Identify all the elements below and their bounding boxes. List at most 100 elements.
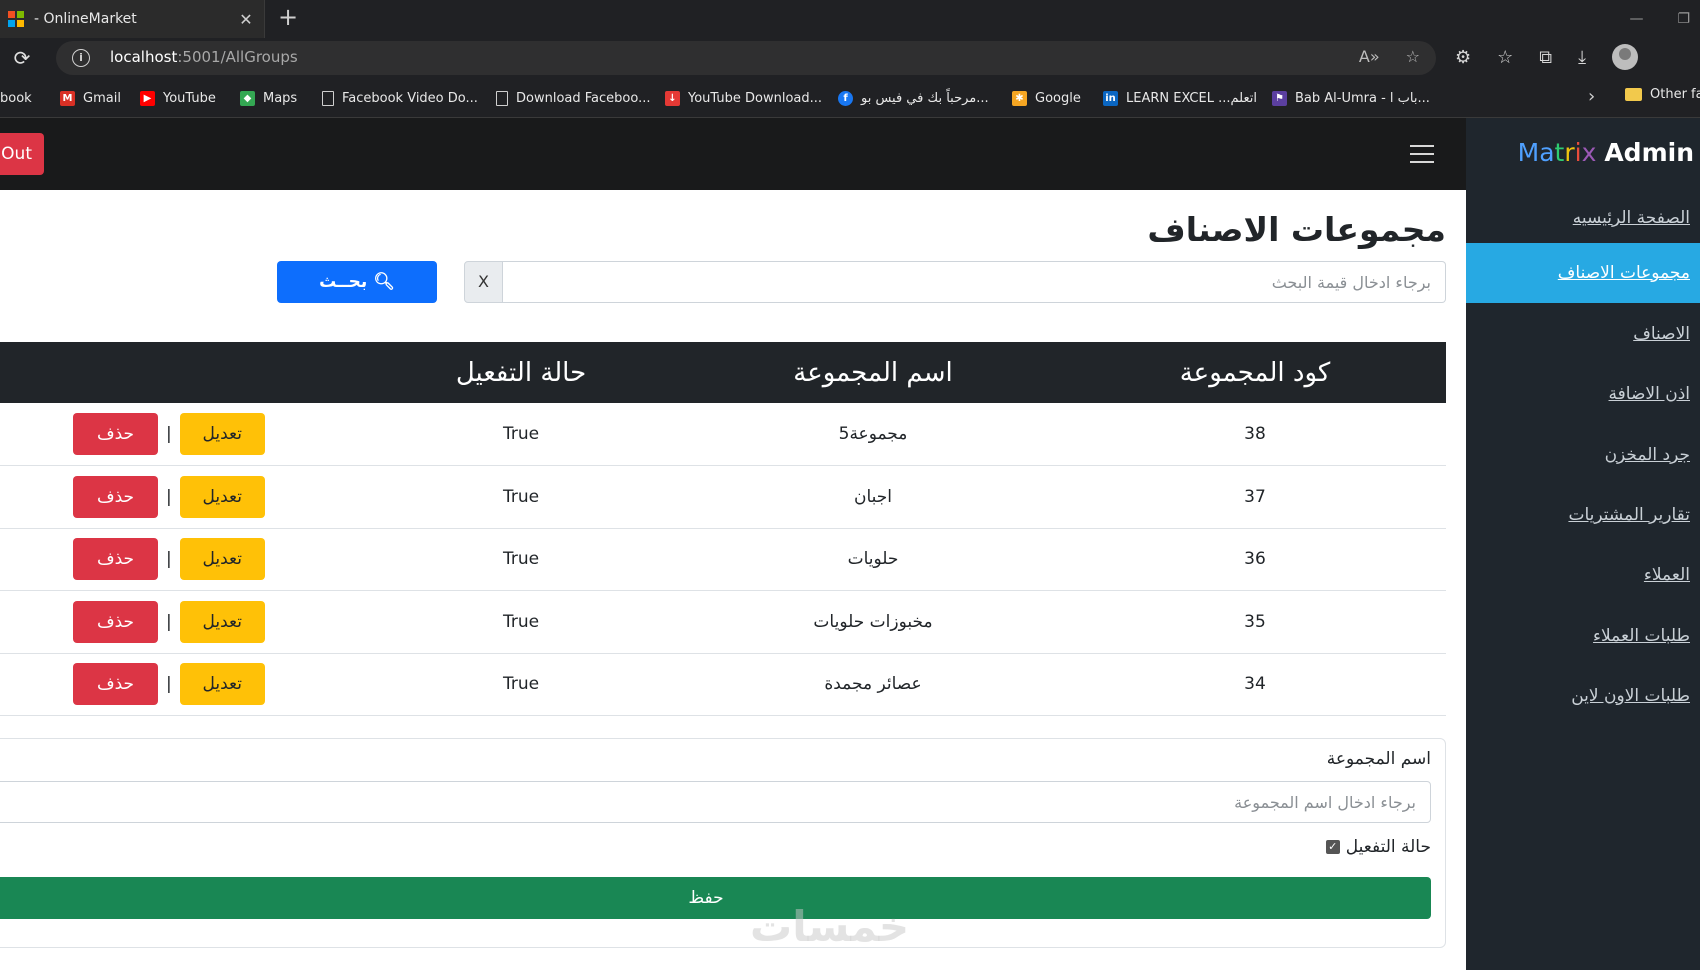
cell-status: True bbox=[502, 611, 540, 632]
cell-actions: حذف | تعديل bbox=[0, 591, 360, 654]
cell-code: 38 bbox=[1244, 424, 1266, 444]
sidebar-item-home[interactable]: الصفحة الرئيسيه bbox=[1466, 188, 1700, 248]
address-bar[interactable]: i localhost:5001/AllGroups A» ☆ bbox=[56, 41, 1436, 75]
minimize-icon[interactable]: — bbox=[1629, 11, 1643, 27]
sidebar-item-inventory[interactable]: جرد المخزن bbox=[1466, 425, 1700, 485]
edit-button[interactable]: تعديل bbox=[179, 600, 265, 643]
site-info-icon[interactable]: i bbox=[72, 49, 90, 67]
cell-name: حلويات bbox=[847, 549, 899, 570]
add-favorite-icon[interactable]: ☆ bbox=[1406, 47, 1420, 66]
hamburger-menu-icon[interactable] bbox=[1410, 145, 1434, 163]
linkedin-icon: in bbox=[1103, 90, 1118, 106]
delete-button[interactable]: حذف bbox=[73, 600, 158, 643]
downloads-icon[interactable]: ⤓ bbox=[1578, 47, 1586, 68]
save-button[interactable]: حفظ bbox=[0, 877, 1431, 919]
other-favorites[interactable]: Other fa bbox=[1625, 87, 1700, 102]
bookmark-item[interactable]: ✱ Google bbox=[1012, 87, 1081, 109]
maps-icon: ◆ bbox=[240, 90, 255, 106]
cell-actions: حذف | تعديل bbox=[0, 403, 360, 466]
edit-button[interactable]: تعديل bbox=[179, 475, 265, 518]
reload-icon[interactable]: ⟳ bbox=[10, 46, 34, 70]
bookmark-item[interactable]: ⚑ Bab Al-Umra - باب ا... bbox=[1272, 87, 1430, 109]
separator: | bbox=[166, 486, 172, 507]
collections-icon[interactable]: ⧉ bbox=[1539, 47, 1552, 68]
search-input[interactable] bbox=[503, 261, 1446, 303]
browser-tab[interactable]: - OnlineMarket ✕ bbox=[0, 0, 265, 38]
separator: | bbox=[166, 674, 172, 695]
bookmark-item[interactable]: f مرحباً بك في فيس بو... bbox=[838, 87, 989, 109]
clear-search-button[interactable]: X bbox=[464, 261, 503, 303]
active-checkbox[interactable]: ✓ bbox=[1325, 840, 1340, 854]
facebook-icon: f bbox=[838, 90, 853, 106]
close-tab-icon[interactable]: ✕ bbox=[236, 10, 256, 29]
edit-button[interactable]: تعديل bbox=[179, 663, 265, 706]
new-tab-button[interactable]: + bbox=[276, 5, 300, 30]
cell-code: 35 bbox=[1244, 611, 1266, 632]
chevron-right-icon[interactable]: › bbox=[1588, 86, 1595, 107]
bookmark-item[interactable]: ↓ YouTube Download... bbox=[665, 87, 822, 109]
delete-button[interactable]: حذف bbox=[73, 413, 158, 455]
table-row: 38 مجموعة5 True حذف | تعديل bbox=[0, 403, 1446, 466]
gmail-icon: M bbox=[60, 90, 75, 106]
cell-actions: حذف | تعديل bbox=[0, 528, 360, 591]
favorites-icon[interactable]: ☆ bbox=[1497, 47, 1513, 68]
separator: | bbox=[166, 424, 172, 444]
bookmark-item[interactable]: ▶ YouTube bbox=[140, 87, 216, 109]
bookmark-item[interactable]: in LEARN EXCEL ...اتعلم bbox=[1103, 87, 1257, 109]
read-aloud-icon[interactable]: A» bbox=[1359, 47, 1380, 66]
edit-button[interactable]: تعديل bbox=[179, 413, 265, 455]
header-name: اسم المجموعة bbox=[793, 357, 953, 388]
bookmark-item[interactable]: Download Faceboo... bbox=[496, 87, 650, 109]
sidebar-item-items[interactable]: الاصناف bbox=[1466, 304, 1700, 364]
sidebar-item-online-orders[interactable]: طلبات الاون لاين bbox=[1466, 666, 1700, 726]
tab-title: - OnlineMarket bbox=[34, 11, 137, 27]
page-title: مجموعات الاصناف bbox=[1147, 210, 1446, 249]
download-icon: ↓ bbox=[665, 90, 680, 106]
bookmark-item[interactable]: ebook bbox=[0, 87, 32, 109]
cell-code: 36 bbox=[1244, 549, 1266, 570]
table-header-row: كود المجموعة اسم المجموعة حالة التفعيل bbox=[0, 342, 1446, 403]
cell-status: True bbox=[502, 674, 540, 695]
sidebar-item-purchase-reports[interactable]: تقارير المشتريات bbox=[1466, 485, 1700, 545]
logout-button[interactable]: LogOut bbox=[0, 133, 44, 175]
cell-name: مجموعة5 bbox=[838, 424, 908, 444]
cell-name: عصائر مجمدة bbox=[824, 674, 922, 695]
delete-button[interactable]: حذف bbox=[73, 538, 158, 581]
table-row: 36 حلويات True حذف | تعديل bbox=[0, 528, 1446, 591]
extensions-icon[interactable]: ⚙ bbox=[1455, 47, 1471, 68]
search-button[interactable]: 🔍︎بحــث bbox=[277, 261, 437, 303]
tab-bar: - OnlineMarket ✕ + — ❐ bbox=[0, 0, 1700, 38]
cell-status: True bbox=[502, 549, 540, 570]
bookmark-item[interactable]: Facebook Video Do... bbox=[322, 87, 478, 109]
header-status: حالة التفعيل bbox=[455, 357, 587, 388]
main-content: مجموعات الاصناف X 🔍︎بحــث كود المجموعة ا… bbox=[0, 190, 1466, 970]
sidebar-item-customer-orders[interactable]: طلبات العملاء bbox=[1466, 606, 1700, 666]
cell-actions: حذف | تعديل bbox=[0, 466, 360, 529]
cell-status: True bbox=[502, 486, 540, 507]
folder-icon bbox=[1625, 88, 1642, 101]
delete-button[interactable]: حذف bbox=[73, 663, 158, 706]
bookmark-item[interactable]: M Gmail bbox=[60, 87, 121, 109]
bookmark-item[interactable]: ◆ Maps bbox=[240, 87, 297, 109]
active-checkbox-label: حالة التفعيل bbox=[1345, 837, 1431, 857]
browser-toolbar: ⚙ ☆ ⧉ ⤓ bbox=[1455, 44, 1639, 70]
page-icon: ⚑ bbox=[1272, 90, 1287, 106]
sidebar-item-receipt[interactable]: اذن الاضافة bbox=[1466, 364, 1700, 424]
cell-code: 37 bbox=[1244, 486, 1266, 507]
delete-button[interactable]: حذف bbox=[73, 475, 158, 518]
search-group: X bbox=[464, 261, 1446, 303]
separator: | bbox=[166, 611, 172, 632]
browser-chrome: - OnlineMarket ✕ + — ❐ ⟳ i localhost:500… bbox=[0, 0, 1700, 118]
brand-logo[interactable]: Matrix Admin bbox=[1518, 138, 1694, 167]
maximize-icon[interactable]: ❐ bbox=[1677, 11, 1690, 27]
profile-avatar-icon[interactable] bbox=[1612, 44, 1639, 70]
watermark-logo: خمسات bbox=[750, 902, 910, 951]
page-icon bbox=[496, 90, 508, 106]
site-favicon-icon bbox=[8, 11, 24, 27]
sidebar-item-customers[interactable]: العملاء bbox=[1466, 545, 1700, 605]
sidebar-item-item-groups[interactable]: مجموعات الاصناف bbox=[1466, 243, 1700, 303]
group-name-input[interactable] bbox=[0, 781, 1431, 823]
cell-actions: حذف | تعديل bbox=[0, 653, 360, 716]
url-text[interactable]: localhost:5001/AllGroups bbox=[110, 48, 298, 66]
edit-button[interactable]: تعديل bbox=[179, 538, 265, 581]
